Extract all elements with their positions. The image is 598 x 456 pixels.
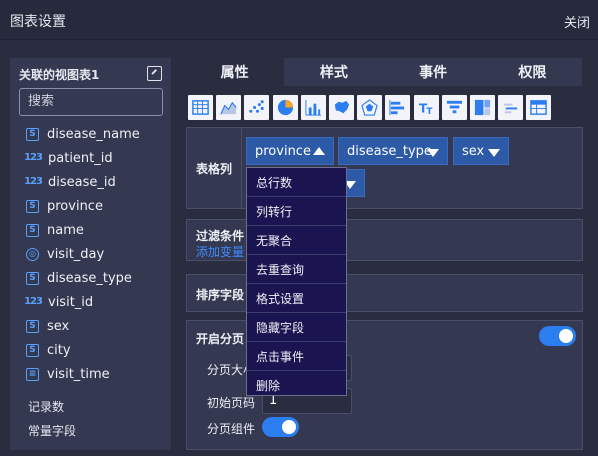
dialog-title-bar: 图表设置 关闭 <box>0 0 598 40</box>
field-item[interactable]: Sprovince <box>26 194 140 218</box>
field-name: sex <box>47 318 70 334</box>
sort-label: 排序字段 <box>196 288 245 302</box>
pie-chart-icon[interactable] <box>272 95 298 120</box>
radar-chart-icon[interactable] <box>357 95 383 120</box>
caret-up-icon[interactable] <box>313 147 325 155</box>
bar-chart-icon[interactable] <box>300 95 326 120</box>
table-chart-icon[interactable] <box>188 95 213 120</box>
section-divider <box>241 128 242 208</box>
popout-icon[interactable] <box>147 66 162 81</box>
treemap-chart-icon[interactable] <box>469 95 495 120</box>
menu-item-delete[interactable]: 删除 <box>247 371 346 400</box>
page-component-label: 分页组件 <box>207 422 256 436</box>
date-type-icon: ◎ <box>26 247 39 261</box>
string-type-icon: S <box>26 319 39 333</box>
record-count-item[interactable]: 记录数 <box>28 398 64 415</box>
field-name: visit_day <box>47 246 105 262</box>
menu-item-hide-field[interactable]: 隐藏字段 <box>247 313 346 342</box>
map-chart-icon[interactable] <box>328 95 354 120</box>
number-type-icon: 123 <box>24 176 43 187</box>
column-context-menu: 总行数 列转行 无聚合 去重查询 格式设置 隐藏字段 点击事件 删除 <box>246 167 347 396</box>
number-type-icon: 123 <box>24 152 43 163</box>
tab-permissions[interactable]: 权限 <box>483 58 582 86</box>
menu-item-column-to-row[interactable]: 列转行 <box>247 197 346 226</box>
field-name: province <box>47 198 103 214</box>
menu-item-no-aggregation[interactable]: 无聚合 <box>247 226 346 255</box>
menu-item-format-settings[interactable]: 格式设置 <box>247 284 346 313</box>
field-name: disease_type <box>47 270 132 286</box>
string-type-icon: S <box>26 343 39 357</box>
tab-events[interactable]: 事件 <box>384 58 483 86</box>
field-item[interactable]: Scity <box>26 338 140 362</box>
wordcloud-chart-icon[interactable] <box>498 95 524 120</box>
settings-tabs: 属性 样式 事件 权限 <box>185 58 582 86</box>
field-item[interactable]: ≡ visit_time <box>26 362 140 386</box>
enable-paging-toggle[interactable] <box>539 326 576 346</box>
text-chart-icon[interactable]: TT <box>413 95 439 120</box>
column-chip-disease-type[interactable]: disease_type <box>338 137 448 165</box>
chip-label: sex <box>462 143 485 159</box>
tab-properties[interactable]: 属性 <box>185 58 285 86</box>
constant-field-item[interactable]: 常量字段 <box>28 422 76 439</box>
datetime-type-icon: ≡ <box>26 367 39 381</box>
funnel-chart-icon[interactable] <box>441 95 467 120</box>
number-type-icon: 123 <box>24 296 43 307</box>
chip-label: disease_type <box>347 143 432 159</box>
caret-down-icon[interactable] <box>488 149 500 157</box>
string-type-icon: S <box>26 127 39 141</box>
column-chip-sex[interactable]: sex <box>453 137 509 165</box>
field-item[interactable]: Sdisease_name <box>26 122 140 146</box>
svg-text:T: T <box>426 107 432 117</box>
field-item[interactable]: 123 disease_id <box>24 170 140 194</box>
field-name: name <box>47 222 84 238</box>
menu-item-total-rows[interactable]: 总行数 <box>247 168 346 197</box>
field-item[interactable]: 123 visit_id <box>24 290 140 314</box>
area-chart-icon[interactable] <box>216 95 242 120</box>
table-columns-label: 表格列 <box>196 162 233 176</box>
column-chip-province[interactable]: province <box>246 137 334 165</box>
string-type-icon: S <box>26 199 39 213</box>
chip-label: province <box>255 143 311 159</box>
field-list: Sdisease_name 123 patient_id 123 disease_id S… <box>24 122 140 386</box>
add-variable-link[interactable]: 添加变量 <box>196 243 244 260</box>
string-type-icon: S <box>26 223 39 237</box>
chart-type-toolbar: TT <box>188 95 554 120</box>
horizontal-bar-chart-icon[interactable] <box>385 95 411 120</box>
tab-style[interactable]: 样式 <box>284 58 383 86</box>
field-name: visit_id <box>48 294 94 310</box>
field-item[interactable]: Sname <box>26 218 140 242</box>
caret-down-icon[interactable] <box>427 149 439 157</box>
field-name: patient_id <box>48 150 113 166</box>
search-input[interactable]: 搜索 <box>19 88 163 116</box>
field-item[interactable]: 123 patient_id <box>24 146 140 170</box>
field-item[interactable]: ◎ visit_day <box>26 242 140 266</box>
field-name: disease_id <box>48 174 116 190</box>
filter-label: 过滤条件 <box>196 229 245 243</box>
close-button[interactable]: 关闭 <box>564 12 590 31</box>
field-name: city <box>47 342 71 358</box>
enable-paging-label: 开启分页 <box>196 332 245 346</box>
string-type-icon: S <box>26 271 39 285</box>
menu-item-click-event[interactable]: 点击事件 <box>247 342 346 371</box>
view-table-header: 关联的视图表1 <box>19 68 100 82</box>
field-item[interactable]: Sdisease_type <box>26 266 140 290</box>
menu-item-distinct-query[interactable]: 去重查询 <box>247 255 346 284</box>
dialog-title: 图表设置 <box>10 14 66 30</box>
field-name: visit_time <box>47 366 110 382</box>
page-component-toggle[interactable] <box>262 417 299 437</box>
field-item[interactable]: Ssex <box>26 314 140 338</box>
crosstab-chart-icon[interactable] <box>526 95 552 120</box>
scatter-chart-icon[interactable] <box>244 95 270 120</box>
field-name: disease_name <box>47 126 140 142</box>
